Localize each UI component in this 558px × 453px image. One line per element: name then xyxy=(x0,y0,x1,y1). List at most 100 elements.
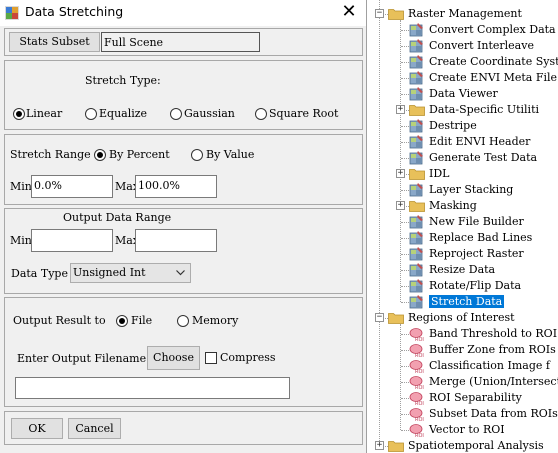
title-bar[interactable]: Data Stretching ✕ xyxy=(0,0,366,26)
radio-memory[interactable] xyxy=(177,315,189,327)
choose-button[interactable]: Choose xyxy=(147,346,200,370)
ok-button[interactable]: OK xyxy=(11,418,63,439)
tree-item-label[interactable]: Replace Bad Lines xyxy=(429,231,532,244)
raster-tool-icon xyxy=(409,151,423,165)
tree-item-label[interactable]: Convert Interleave xyxy=(429,39,534,52)
tree-item-band-threshold-to-roi[interactable]: ROI Band Threshold to ROI xyxy=(367,326,558,342)
tree-folder-spatiotemporal-analysis[interactable]: + Spatiotemporal Analysis xyxy=(367,438,558,453)
radio-linear-label[interactable]: Linear xyxy=(26,107,62,120)
tree-item-create-envi-meta-file[interactable]: Create ENVI Meta File xyxy=(367,70,558,86)
app-icon xyxy=(5,6,19,20)
stretch-range-panel: Stretch Range By Percent By Value Min 0.… xyxy=(4,134,363,205)
tree-item-label[interactable]: Convert Complex Data S xyxy=(429,23,558,36)
output-filename-field[interactable] xyxy=(15,377,290,399)
tree-item-label[interactable]: Rotate/Flip Data xyxy=(429,279,521,292)
tree-item-label[interactable]: Stretch Data xyxy=(429,295,505,308)
tree-item-label[interactable]: Subset Data from ROIs xyxy=(429,407,558,420)
max-percent-field[interactable]: 100.0% xyxy=(135,175,217,198)
radio-gaussian[interactable] xyxy=(170,108,182,120)
tree-folder-data-specific-utiliti[interactable]: + Data-Specific Utiliti xyxy=(367,102,558,118)
output-min-field[interactable] xyxy=(31,229,113,252)
tree-item-generate-test-data[interactable]: Generate Test Data xyxy=(367,150,558,166)
radio-gaussian-label[interactable]: Gaussian xyxy=(184,107,235,120)
collapse-icon[interactable]: − xyxy=(375,9,384,18)
raster-tool-icon xyxy=(409,119,423,133)
tree-item-vector-to-roi[interactable]: ROI Vector to ROI xyxy=(367,422,558,438)
tree-folder-idl[interactable]: + IDL xyxy=(367,166,558,182)
tree-item-data-viewer[interactable]: Data Viewer xyxy=(367,86,558,102)
tree-item-label[interactable]: Spatiotemporal Analysis xyxy=(408,439,544,452)
tree-item-label[interactable]: Regions of Interest xyxy=(408,311,515,324)
tree-item-label[interactable]: IDL xyxy=(429,167,449,180)
tree-item-label[interactable]: Buffer Zone from ROIs xyxy=(429,343,556,356)
radio-by-percent-label[interactable]: By Percent xyxy=(109,148,170,161)
collapse-icon[interactable]: − xyxy=(375,313,384,322)
tree-item-label[interactable]: Merge (Union/Intersect xyxy=(429,375,558,388)
expand-icon[interactable]: + xyxy=(396,169,405,178)
tree-item-reproject-raster[interactable]: Reproject Raster xyxy=(367,246,558,262)
radio-by-percent[interactable] xyxy=(94,149,106,161)
tree-item-label[interactable]: Resize Data xyxy=(429,263,495,276)
radio-by-value-label[interactable]: By Value xyxy=(206,148,254,161)
tree-item-label[interactable]: Classification Image f xyxy=(429,359,550,372)
expand-icon[interactable]: + xyxy=(396,201,405,210)
data-type-select[interactable]: Unsigned Int xyxy=(70,263,191,283)
tree-item-merge-union-intersect[interactable]: ROI Merge (Union/Intersect xyxy=(367,374,558,390)
tree-item-destripe[interactable]: Destripe xyxy=(367,118,558,134)
tree-folder-masking[interactable]: + Masking xyxy=(367,198,558,214)
raster-tool-icon xyxy=(409,231,423,245)
tree-item-label[interactable]: Data-Specific Utiliti xyxy=(429,103,539,116)
tree-folder-raster-management[interactable]: − Raster Management xyxy=(367,6,558,22)
radio-file[interactable] xyxy=(116,315,128,327)
tree-item-label[interactable]: Generate Test Data xyxy=(429,151,537,164)
tree-item-subset-data-from-rois[interactable]: ROI Subset Data from ROIs xyxy=(367,406,558,422)
roi-tool-icon: ROI xyxy=(409,376,424,390)
stats-subset-button[interactable]: Stats Subset xyxy=(9,32,100,52)
radio-linear[interactable] xyxy=(13,108,25,120)
tree-item-stretch-data[interactable]: Stretch Data xyxy=(367,294,558,310)
folder-icon xyxy=(409,105,425,116)
tree-item-label[interactable]: New File Builder xyxy=(429,215,524,228)
tree-item-label[interactable]: Edit ENVI Header xyxy=(429,135,530,148)
compress-checkbox[interactable] xyxy=(205,352,217,364)
tree-item-rotate-flip-data[interactable]: Rotate/Flip Data xyxy=(367,278,558,294)
tree-item-layer-stacking[interactable]: Layer Stacking xyxy=(367,182,558,198)
tree-item-classification-image-f[interactable]: ROI Classification Image f xyxy=(367,358,558,374)
tree-item-label[interactable]: Reproject Raster xyxy=(429,247,524,260)
tree-item-edit-envi-header[interactable]: Edit ENVI Header xyxy=(367,134,558,150)
radio-square-root[interactable] xyxy=(255,108,267,120)
tree-item-buffer-zone-from-rois[interactable]: ROI Buffer Zone from ROIs xyxy=(367,342,558,358)
tree-item-label[interactable]: Vector to ROI xyxy=(429,423,505,436)
cancel-button[interactable]: Cancel xyxy=(68,418,121,439)
close-icon[interactable]: ✕ xyxy=(336,1,362,24)
tree-item-convert-interleave[interactable]: Convert Interleave xyxy=(367,38,558,54)
compress-label[interactable]: Compress xyxy=(220,351,276,364)
raster-tool-icon xyxy=(409,183,423,197)
tree-item-label[interactable]: Destripe xyxy=(429,119,477,132)
expand-icon[interactable]: + xyxy=(396,105,405,114)
tree-item-label[interactable]: ROI Separability xyxy=(429,391,522,404)
radio-square-root-label[interactable]: Square Root xyxy=(269,107,338,120)
tree-item-replace-bad-lines[interactable]: Replace Bad Lines xyxy=(367,230,558,246)
tree-item-resize-data[interactable]: Resize Data xyxy=(367,262,558,278)
tree-item-roi-separability[interactable]: ROI ROI Separability xyxy=(367,390,558,406)
tree-item-label[interactable]: Create ENVI Meta File xyxy=(429,71,557,84)
tree-item-convert-complex-data-s[interactable]: Convert Complex Data S xyxy=(367,22,558,38)
tree-item-label[interactable]: Data Viewer xyxy=(429,87,498,100)
tree-item-label[interactable]: Create Coordinate Syst xyxy=(429,55,558,68)
expand-icon[interactable]: + xyxy=(375,441,384,450)
radio-file-label[interactable]: File xyxy=(131,314,152,327)
tree-folder-regions-of-interest[interactable]: − Regions of Interest xyxy=(367,310,558,326)
tree-item-create-coordinate-syst[interactable]: Create Coordinate Syst xyxy=(367,54,558,70)
output-max-field[interactable] xyxy=(135,229,217,252)
tree-item-label[interactable]: Layer Stacking xyxy=(429,183,513,196)
tree-item-label[interactable]: Raster Management xyxy=(408,7,522,20)
tree-item-label[interactable]: Masking xyxy=(429,199,477,212)
min-percent-field[interactable]: 0.0% xyxy=(31,175,113,198)
radio-equalize-label[interactable]: Equalize xyxy=(99,107,147,120)
tree-item-label[interactable]: Band Threshold to ROI xyxy=(429,327,557,340)
radio-memory-label[interactable]: Memory xyxy=(192,314,238,327)
tree-item-new-file-builder[interactable]: New File Builder xyxy=(367,214,558,230)
radio-by-value[interactable] xyxy=(191,149,203,161)
radio-equalize[interactable] xyxy=(85,108,97,120)
